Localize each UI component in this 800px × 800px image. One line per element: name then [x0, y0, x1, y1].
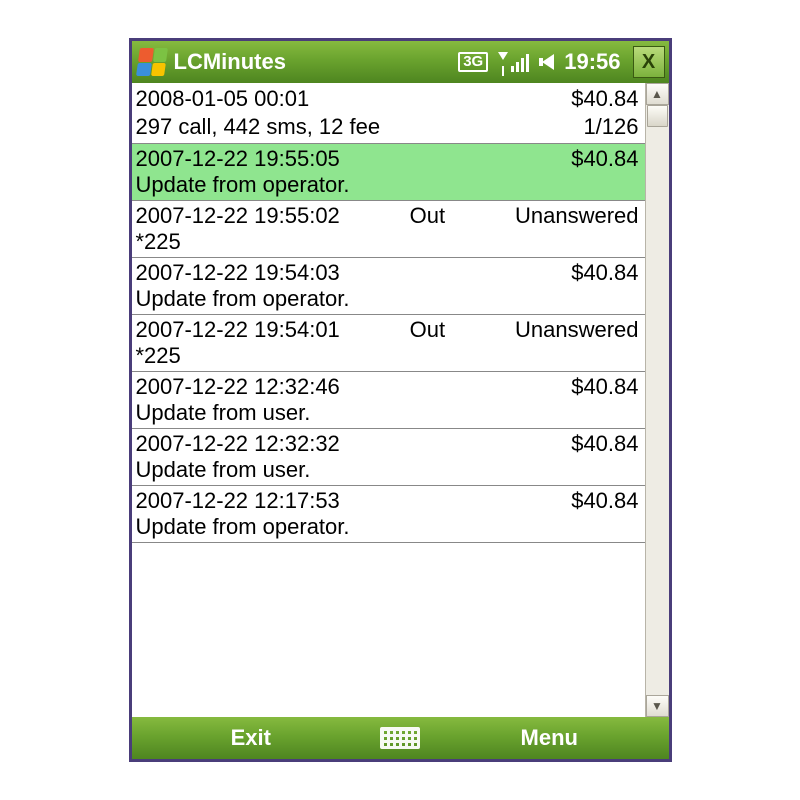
entry-direction: Out — [340, 317, 515, 343]
softkey-exit[interactable]: Exit — [132, 725, 371, 751]
log-list[interactable]: 2008-01-05 00:01 $40.84 297 call, 442 sm… — [132, 83, 645, 717]
titlebar: LCMinutes 3G 19:56 X — [132, 41, 669, 83]
start-icon[interactable] — [136, 48, 168, 76]
entry-direction: Out — [340, 203, 515, 229]
entry-amount: $40.84 — [571, 431, 638, 457]
entry-note: *225 — [136, 343, 639, 369]
entry-note: Update from user. — [136, 400, 639, 426]
log-entry[interactable]: 2007-12-22 12:32:46 $40.84Update from use… — [132, 372, 645, 429]
clock: 19:56 — [564, 49, 620, 75]
log-entry[interactable]: 2007-12-22 19:55:02OutUnanswered*225 — [132, 201, 645, 258]
status-icons: 3G 19:56 — [458, 49, 620, 75]
scroll-up-button[interactable]: ▲ — [646, 83, 669, 105]
entry-amount: $40.84 — [571, 488, 638, 514]
summary-block: 2008-01-05 00:01 $40.84 297 call, 442 sm… — [132, 83, 645, 144]
keyboard-icon — [380, 727, 420, 749]
log-entry[interactable]: 2007-12-22 19:54:01OutUnanswered*225 — [132, 315, 645, 372]
summary-stats: 297 call, 442 sms, 12 fee — [136, 113, 381, 141]
entry-status: Unanswered — [515, 203, 639, 229]
entry-timestamp: 2007-12-22 12:32:46 — [136, 374, 340, 400]
softkey-menu[interactable]: Menu — [430, 725, 669, 751]
log-entry[interactable]: 2007-12-22 12:32:32 $40.84Update from use… — [132, 429, 645, 486]
entry-timestamp: 2007-12-22 12:17:53 — [136, 488, 340, 514]
entry-timestamp: 2007-12-22 19:55:05 — [136, 146, 340, 172]
log-entry[interactable]: 2007-12-22 12:17:53 $40.84Update from ope… — [132, 486, 645, 543]
entry-status: Unanswered — [515, 317, 639, 343]
entry-note: *225 — [136, 229, 639, 255]
softkey-bar: Exit Menu — [132, 717, 669, 759]
entry-amount: $40.84 — [571, 374, 638, 400]
entry-note: Update from operator. — [136, 514, 639, 540]
entry-amount: $40.84 — [571, 146, 638, 172]
summary-balance: $40.84 — [571, 85, 638, 113]
entry-note: Update from operator. — [136, 172, 639, 198]
network-3g-icon: 3G — [458, 52, 488, 72]
scroll-thumb[interactable] — [647, 105, 668, 127]
entry-timestamp: 2007-12-22 12:32:32 — [136, 431, 340, 457]
summary-date: 2008-01-05 00:01 — [136, 85, 310, 113]
entry-timestamp: 2007-12-22 19:54:01 — [136, 317, 340, 343]
scrollbar[interactable]: ▲ ▼ — [645, 83, 669, 717]
close-button[interactable]: X — [633, 46, 665, 78]
scroll-track[interactable] — [646, 105, 669, 695]
summary-page: 1/126 — [583, 113, 638, 141]
volume-icon[interactable] — [539, 54, 554, 70]
entry-timestamp: 2007-12-22 19:55:02 — [136, 203, 340, 229]
entry-amount: $40.84 — [571, 260, 638, 286]
entry-timestamp: 2007-12-22 19:54:03 — [136, 260, 340, 286]
device-frame: LCMinutes 3G 19:56 X 2008-01-05 00:01 $4… — [129, 38, 672, 762]
scroll-down-button[interactable]: ▼ — [646, 695, 669, 717]
app-title: LCMinutes — [174, 49, 286, 75]
log-entry[interactable]: 2007-12-22 19:55:05 $40.84Update from ope… — [132, 144, 645, 201]
signal-icon — [498, 52, 529, 72]
entry-note: Update from user. — [136, 457, 639, 483]
sip-keyboard-button[interactable] — [370, 723, 430, 753]
log-entry[interactable]: 2007-12-22 19:54:03 $40.84Update from ope… — [132, 258, 645, 315]
entry-note: Update from operator. — [136, 286, 639, 312]
